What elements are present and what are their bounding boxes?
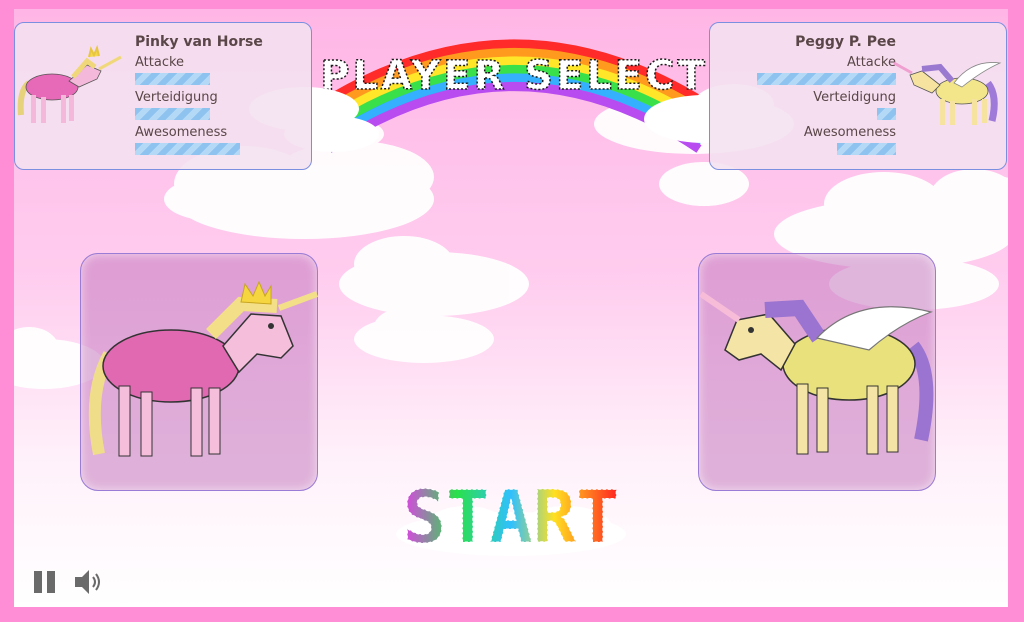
peggy-pegasus-icon xyxy=(699,291,934,455)
player2-name: Peggy P. Pee xyxy=(795,34,896,50)
player2-stat-label: Attacke xyxy=(846,55,896,70)
player2-stat-label: Awesomeness xyxy=(803,125,896,140)
player1-info-panel: Pinky van Horse Attacke Verteidigung Awe… xyxy=(14,22,312,170)
player1-awesomeness-bar xyxy=(135,143,240,155)
game-frame: PLAYER SELECT Pinky van Horse Attacke Ve… xyxy=(0,0,1024,622)
start-label: START xyxy=(403,475,620,559)
player2-stat-label: Verteidigung xyxy=(813,90,896,105)
title-text: PLAYER SELECT xyxy=(320,53,708,99)
start-button[interactable]: START xyxy=(386,464,636,559)
player1-stat-label: Attacke xyxy=(135,55,185,70)
player2-unicorn-thumbnail xyxy=(893,61,1002,125)
player1-stat-label: Awesomeness xyxy=(135,125,228,140)
player1-attack-bar xyxy=(135,73,210,85)
speaker-icon[interactable] xyxy=(72,565,106,599)
player1-unicorn-thumbnail xyxy=(17,45,122,123)
pause-icon[interactable] xyxy=(32,569,58,595)
player1-name: Pinky van Horse xyxy=(135,34,263,50)
player2-character-card[interactable] xyxy=(698,253,936,491)
player-select-screen: PLAYER SELECT Pinky van Horse Attacke Ve… xyxy=(14,9,1008,607)
player1-defense-bar xyxy=(135,108,210,120)
player2-awesomeness-bar xyxy=(837,143,896,155)
player2-attack-bar xyxy=(757,73,896,85)
pinky-unicorn-icon xyxy=(88,280,319,457)
player1-character-card[interactable] xyxy=(80,253,319,491)
player1-stat-label: Verteidigung xyxy=(135,90,218,105)
player2-info-panel: Peggy P. Pee Attacke Verteidigung Awesom… xyxy=(709,22,1007,170)
